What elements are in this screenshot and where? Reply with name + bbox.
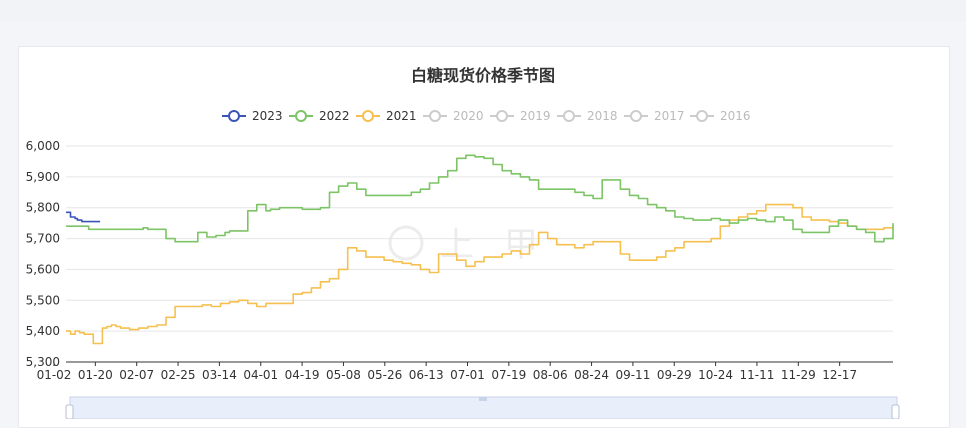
legend-circle-marker — [496, 110, 508, 122]
x-tick-label: 01-20 — [78, 368, 113, 382]
x-tick-label: 12-17 — [822, 368, 857, 382]
watermark-text: 上甲 — [440, 225, 568, 265]
legend-label: 2022 — [319, 109, 350, 123]
legend-item-2016[interactable]: 2016 — [690, 109, 751, 123]
legend-label: 2016 — [720, 109, 751, 123]
x-tick-label: 07-19 — [491, 368, 526, 382]
watermark: 上甲 — [388, 225, 568, 265]
x-tick-label: 03-14 — [202, 368, 237, 382]
legend-item-2019[interactable]: 2019 — [490, 109, 551, 123]
zoom-drag-grip[interactable] — [479, 397, 487, 401]
legend-circle-marker — [228, 110, 240, 122]
legend-circle-marker — [295, 110, 307, 122]
x-tick-label: 08-24 — [574, 368, 609, 382]
x-tick-label: 05-08 — [326, 368, 361, 382]
legend-label: 2017 — [654, 109, 685, 123]
y-tick-label: 6,000 — [26, 139, 60, 153]
legend-item-2017[interactable]: 2017 — [624, 109, 685, 123]
x-tick-label: 06-13 — [409, 368, 444, 382]
watermark-logo-ring — [388, 225, 424, 261]
legend-item-2018[interactable]: 2018 — [557, 109, 618, 123]
x-tick-label: 11-29 — [781, 368, 816, 382]
x-tick-label: 11-11 — [740, 368, 775, 382]
legend: 2023 2022 2021 2020 2019 2018 2017 2016 — [222, 109, 751, 123]
data-zoom-slider[interactable] — [65, 396, 900, 419]
legend-circle-marker — [563, 110, 575, 122]
legend-item-2021[interactable]: 2021 — [356, 109, 417, 123]
legend-item-2023[interactable]: 2023 — [222, 109, 283, 123]
legend-label: 2019 — [520, 109, 551, 123]
y-tick-label: 5,300 — [26, 355, 60, 369]
x-tick-label: 04-19 — [285, 368, 320, 382]
x-tick-label: 05-26 — [367, 368, 402, 382]
legend-label: 2020 — [453, 109, 484, 123]
zoom-right-handle[interactable] — [891, 404, 900, 419]
legend-label: 2018 — [587, 109, 618, 123]
x-tick-label: 08-06 — [533, 368, 568, 382]
y-tick-label: 5,500 — [26, 293, 60, 307]
y-tick-label: 5,600 — [26, 262, 60, 276]
y-tick-label: 5,900 — [26, 170, 60, 184]
series-line-2023 — [66, 211, 101, 223]
legend-item-2022[interactable]: 2022 — [289, 109, 350, 123]
legend-item-2020[interactable]: 2020 — [423, 109, 484, 123]
x-tick-label: 07-01 — [450, 368, 485, 382]
legend-label: 2023 — [252, 109, 283, 123]
legend-circle-marker — [696, 110, 708, 122]
x-tick-label: 02-07 — [119, 368, 154, 382]
y-tick-label: 5,700 — [26, 232, 60, 246]
legend-circle-marker — [630, 110, 642, 122]
y-tick-label: 5,800 — [26, 201, 60, 215]
x-tick-label: 04-01 — [243, 368, 278, 382]
x-tick-label: 10-24 — [698, 368, 733, 382]
legend-circle-marker — [362, 110, 374, 122]
seasonal-price-chart: 上甲 6,000 5,900 5,800 5,700 5,600 5,500 5,400 5,… — [26, 109, 900, 419]
x-tick-label: 01-02 — [37, 368, 72, 382]
zoom-left-handle[interactable] — [65, 404, 74, 419]
y-tick-label: 5,400 — [26, 324, 60, 338]
legend-label: 2021 — [386, 109, 417, 123]
x-tick-label: 09-29 — [657, 368, 692, 382]
legend-circle-marker — [429, 110, 441, 122]
x-tick-label: 02-25 — [161, 368, 196, 382]
x-tick-label: 09-11 — [615, 368, 650, 382]
